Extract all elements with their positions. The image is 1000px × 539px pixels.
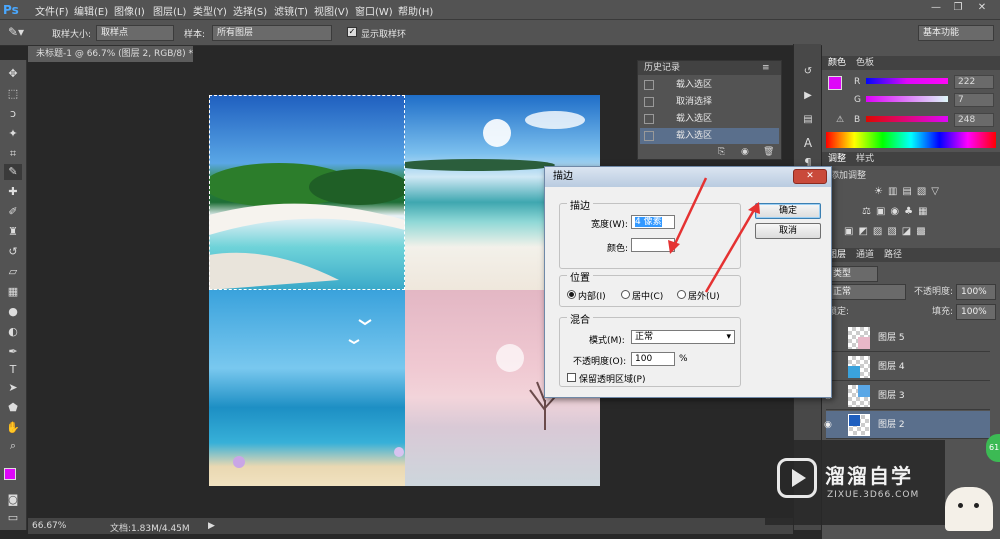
arrow-to-color-field bbox=[672, 177, 708, 247]
arrow-to-ok-button bbox=[704, 209, 756, 293]
arrow-head-color bbox=[668, 240, 680, 254]
annotation-arrows bbox=[668, 177, 760, 293]
